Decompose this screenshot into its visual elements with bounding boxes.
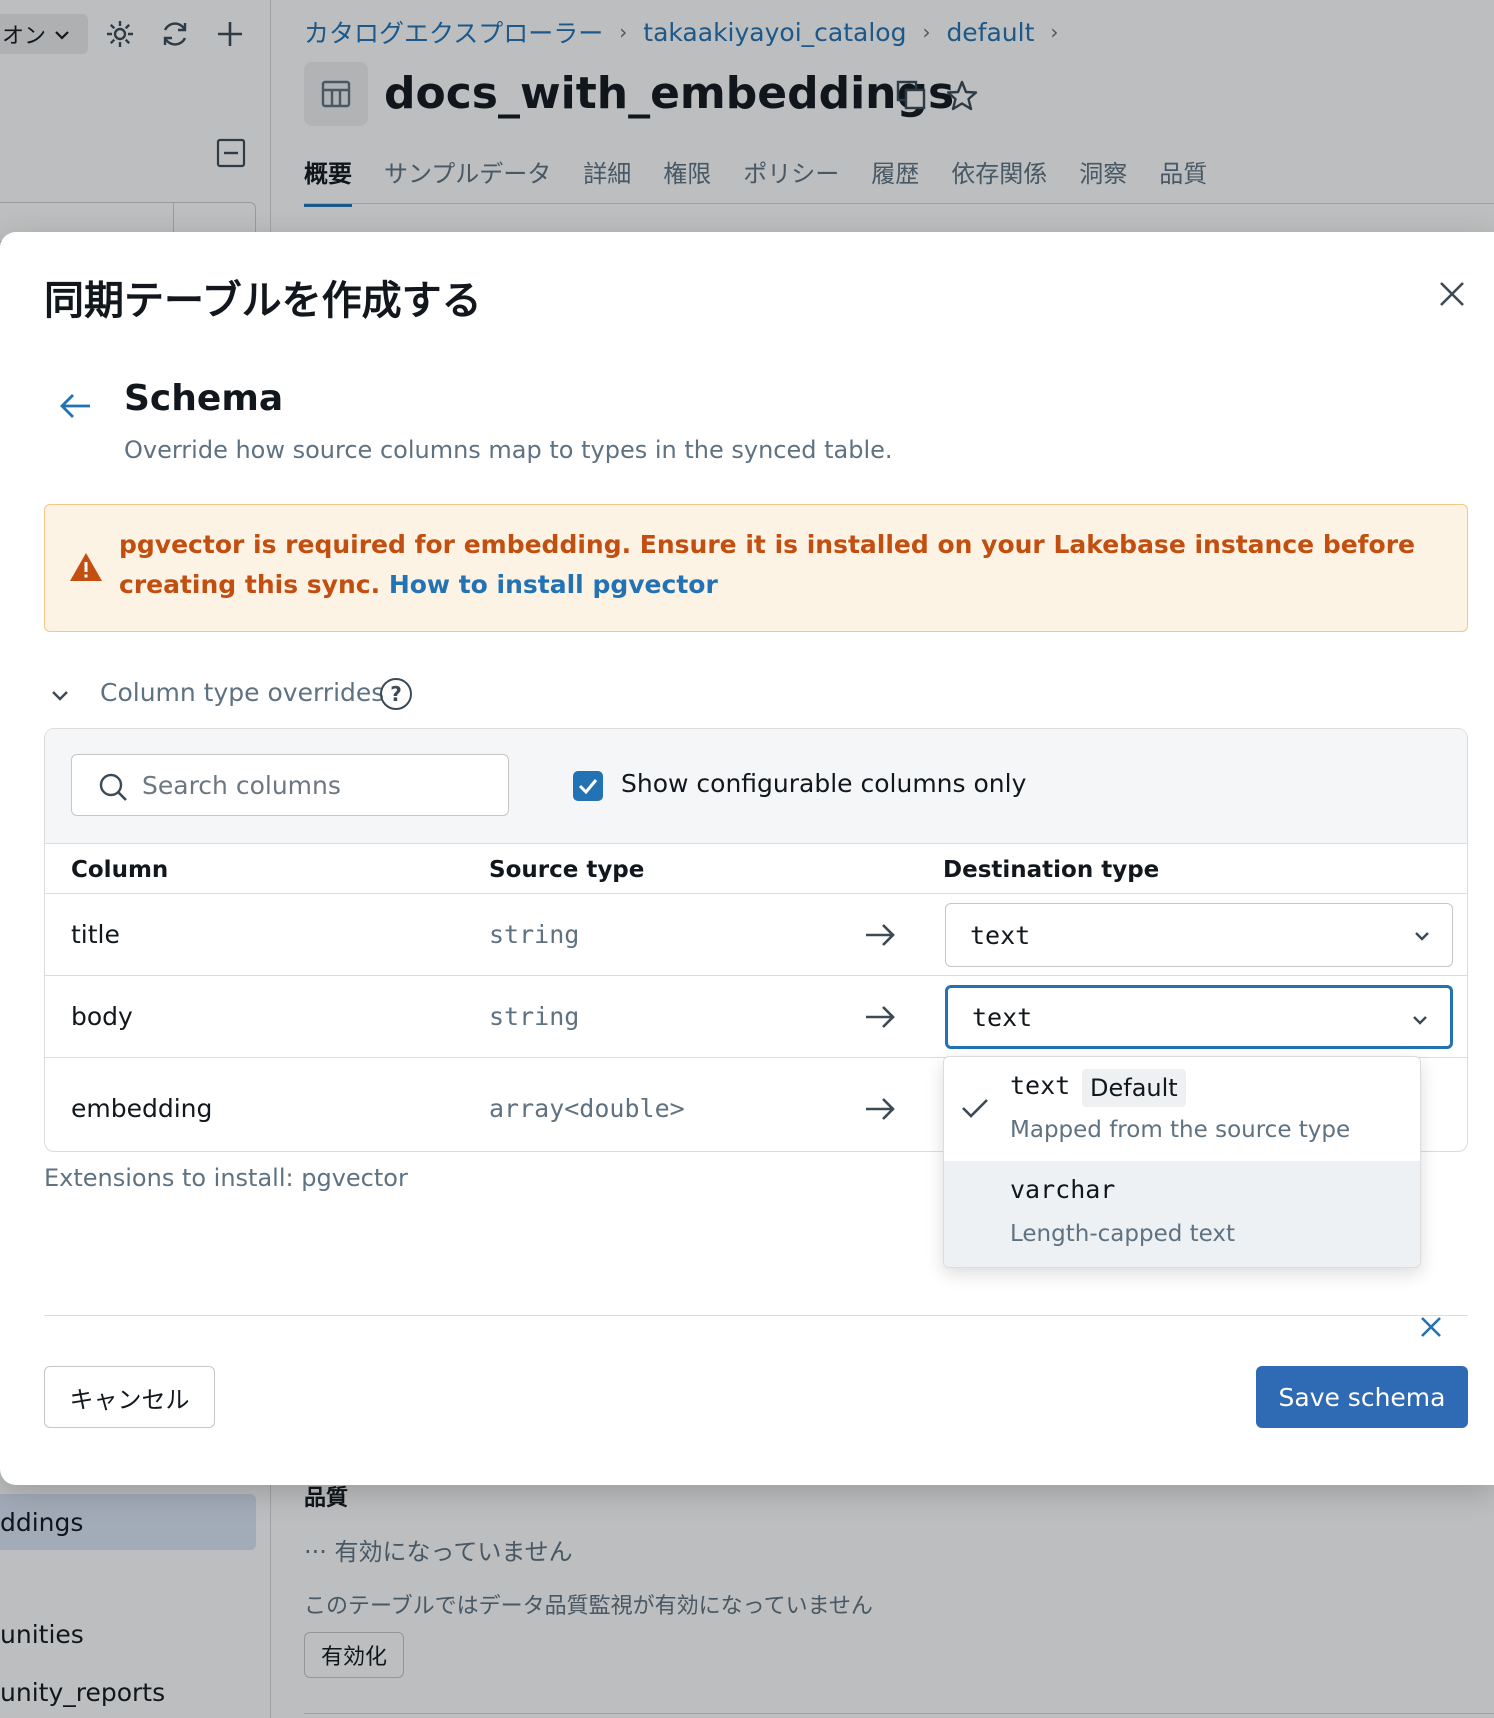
chevron-down-icon	[1412, 926, 1432, 946]
column-header-column: Column	[71, 857, 169, 883]
search-box	[71, 754, 509, 816]
option-title: text	[1010, 1071, 1071, 1100]
save-schema-button[interactable]: Save schema	[1256, 1366, 1468, 1428]
footer-divider	[44, 1315, 1468, 1316]
column-header-destination-type: Destination type	[943, 857, 1160, 883]
search-input[interactable]	[142, 755, 492, 815]
create-synced-table-dialog: 同期テーブルを作成する Schema Override how source c…	[0, 232, 1494, 1485]
menu-option-text[interactable]: text Default Mapped from the source type	[944, 1057, 1420, 1161]
help-icon[interactable]: ?	[380, 678, 412, 710]
clear-icon[interactable]	[1418, 1314, 1444, 1340]
close-icon[interactable]	[1434, 276, 1470, 312]
extensions-note: Extensions to install: pgvector	[44, 1164, 408, 1192]
column-name: body	[71, 1002, 133, 1031]
destination-type-menu: text Default Mapped from the source type…	[943, 1056, 1421, 1268]
option-description: Length-capped text	[1010, 1221, 1236, 1247]
column-name: title	[71, 920, 120, 949]
source-type: array<double>	[489, 1094, 685, 1123]
back-arrow-icon[interactable]	[58, 388, 94, 424]
column-name: embedding	[71, 1094, 213, 1123]
option-description: Mapped from the source type	[1010, 1117, 1351, 1143]
schema-subtitle: Override how source columns map to types…	[124, 436, 893, 464]
search-icon	[98, 772, 128, 802]
schema-heading: Schema	[124, 378, 284, 419]
dialog-title: 同期テーブルを作成する	[44, 278, 482, 324]
check-icon	[960, 1093, 990, 1123]
warning-alert: pgvector is required for embedding. Ensu…	[44, 504, 1468, 632]
show-configurable-checkbox[interactable]	[573, 771, 603, 801]
source-type: string	[489, 1002, 580, 1031]
warning-text: pgvector is required for embedding. Ensu…	[119, 525, 1449, 605]
column-type-overrides-toggle[interactable]: Column type overrides	[100, 678, 384, 707]
menu-option-varchar[interactable]: varchar Length-capped text	[944, 1161, 1420, 1267]
warning-icon	[69, 551, 103, 583]
select-value: text	[970, 920, 1031, 950]
source-type: string	[489, 920, 580, 949]
destination-type-select-open[interactable]: text	[945, 985, 1453, 1049]
option-title: varchar	[1010, 1175, 1116, 1204]
arrow-right-icon	[863, 1092, 897, 1126]
show-configurable-label[interactable]: Show configurable columns only	[621, 769, 1026, 798]
table-row: body string text	[45, 975, 1467, 1057]
chevron-down-icon	[1410, 1010, 1430, 1030]
table-toolbar: Show configurable columns only	[45, 729, 1467, 844]
cancel-button[interactable]: キャンセル	[44, 1366, 215, 1428]
default-badge: Default	[1082, 1069, 1186, 1107]
chevron-down-icon[interactable]	[50, 686, 70, 706]
warning-message: pgvector is required for embedding. Ensu…	[119, 530, 1416, 599]
select-value: text	[972, 1002, 1033, 1032]
table-row: title string text	[45, 893, 1467, 975]
arrow-right-icon	[863, 918, 897, 952]
destination-type-select[interactable]: text	[945, 903, 1453, 967]
arrow-right-icon	[863, 1000, 897, 1034]
install-pgvector-link[interactable]: How to install pgvector	[389, 570, 718, 599]
column-header-source-type: Source type	[489, 857, 645, 883]
